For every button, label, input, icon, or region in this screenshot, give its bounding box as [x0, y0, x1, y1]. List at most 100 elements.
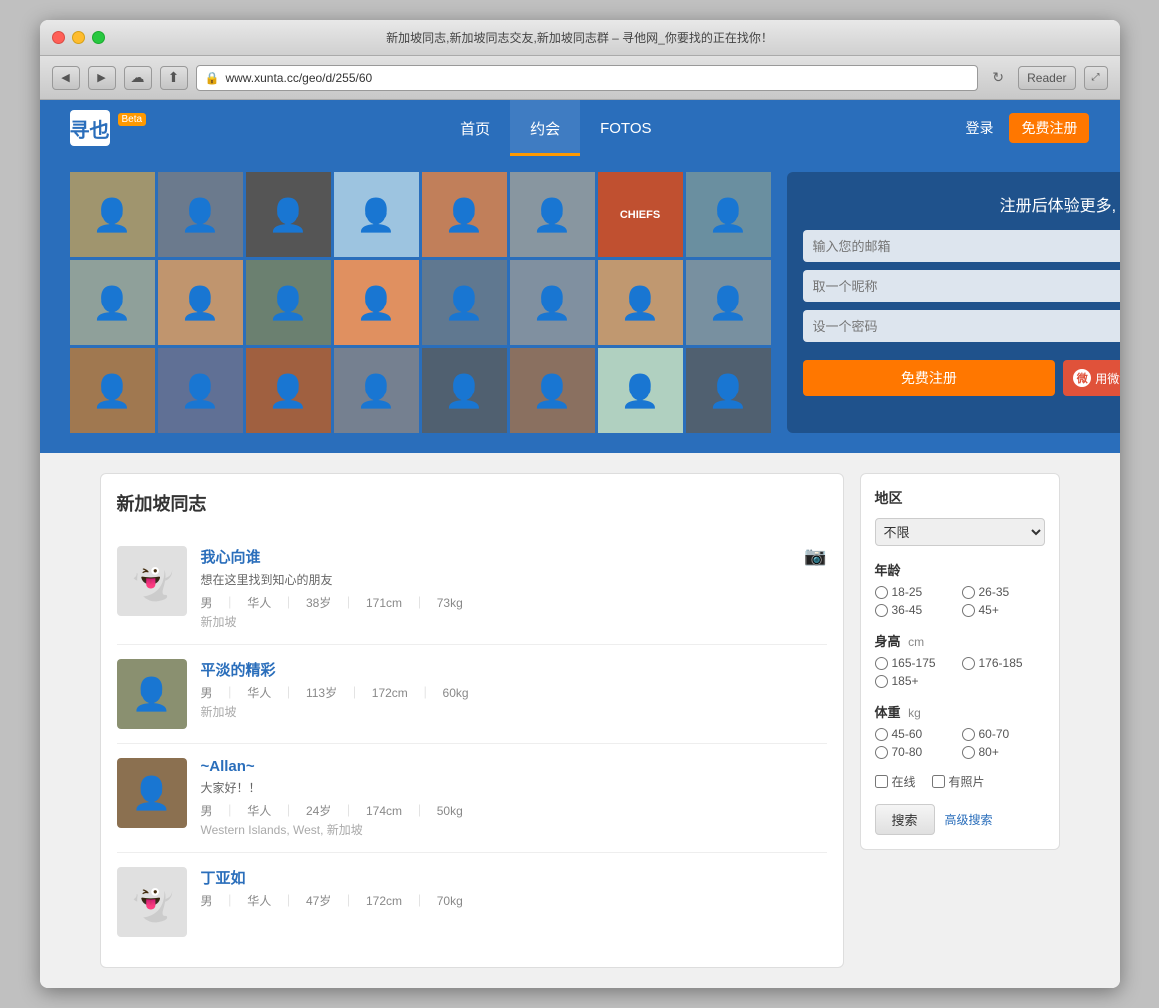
photo-cell-12[interactable]: 👤 — [334, 260, 419, 345]
weight-radio-70-80-input[interactable] — [875, 746, 888, 759]
weight-radio-45-60[interactable]: 45-60 — [875, 727, 958, 741]
user-avatar-4[interactable]: 👻 — [117, 867, 187, 937]
age-radio-45plus[interactable]: 45+ — [962, 603, 1045, 617]
photo-cell-20[interactable]: 👤 — [334, 348, 419, 433]
photo-cell-23[interactable]: 👤 — [598, 348, 683, 433]
login-link[interactable]: 登录 — [965, 118, 993, 138]
photo-cell-13[interactable]: 👤 — [422, 260, 507, 345]
age-label-36-45: 36-45 — [892, 603, 923, 617]
free-register-button[interactable]: 免费注册 — [803, 360, 1056, 396]
fullscreen-button[interactable]: ⤢ — [1084, 66, 1108, 90]
weight-unit: kg — [908, 706, 921, 720]
photo-cell-2[interactable]: 👤 — [158, 172, 243, 257]
height-radio-185plus[interactable]: 185+ — [875, 674, 958, 688]
photo-cell-7[interactable]: CHIEFS — [598, 172, 683, 257]
online-checkbox-label[interactable]: 在线 — [875, 773, 916, 790]
refresh-button[interactable]: ↻ — [986, 66, 1010, 90]
photo-cell-22[interactable]: 👤 — [510, 348, 595, 433]
height-radio-176-185-input[interactable] — [962, 657, 975, 670]
title-bar: 新加坡同志,新加坡同志交友,新加坡同志群 – 寻他网_你要找的正在找你！ — [40, 20, 1120, 56]
weight-radio-80plus[interactable]: 80+ — [962, 745, 1045, 759]
cloud-icon: ☁ — [131, 69, 145, 86]
height-label: 身高 — [875, 634, 901, 649]
region-select[interactable]: 不限 — [875, 518, 1045, 546]
user-location-2: 新加坡 — [201, 703, 827, 720]
weibo-login-button[interactable]: 微 用微博账号登录 — [1063, 360, 1119, 396]
height-radio-176-185[interactable]: 176-185 — [962, 656, 1045, 670]
photo-cell-3[interactable]: 👤 — [246, 172, 331, 257]
age-radio-26-35-input[interactable] — [962, 586, 975, 599]
photo-cell-1[interactable]: 👤 — [70, 172, 155, 257]
age-radio-18-25-input[interactable] — [875, 586, 888, 599]
age-radio-45plus-input[interactable] — [962, 604, 975, 617]
photo-cell-4[interactable]: 👤 — [334, 172, 419, 257]
photo-cell-11[interactable]: 👤 — [246, 260, 331, 345]
nickname-input[interactable] — [803, 270, 1120, 302]
photo-cell-10[interactable]: 👤 — [158, 260, 243, 345]
user-name-4[interactable]: 丁亚如 — [201, 867, 827, 888]
user-info-2: 平淡的精彩 男 ｜ 华人 ｜ 113岁 ｜ 172cm ｜ 60kg 新 — [201, 659, 827, 720]
nav-dating[interactable]: 约会 — [510, 100, 580, 156]
weight-4: 70kg — [437, 894, 463, 908]
age-radio-36-45[interactable]: 36-45 — [875, 603, 958, 617]
hero-section: 👤 👤 👤 👤 👤 👤 CHIEFS 👤 👤 👤 👤 👤 👤 👤 👤 👤 👤 👤 — [40, 156, 1120, 453]
weight-radio-60-70-input[interactable] — [962, 728, 975, 741]
close-button[interactable] — [52, 31, 65, 44]
age-radio-26-35[interactable]: 26-35 — [962, 585, 1045, 599]
height-radio-165-175-input[interactable] — [875, 657, 888, 670]
user-avatar-2[interactable]: 👤 — [117, 659, 187, 729]
user-avatar-1[interactable]: 👻 — [117, 546, 187, 616]
logo-icon[interactable]: 寻也 — [70, 110, 110, 146]
main-nav: 首页 约会 FOTOS — [440, 100, 671, 156]
user-meta-2: 男 ｜ 华人 ｜ 113岁 ｜ 172cm ｜ 60kg — [201, 684, 827, 701]
photo-cell-17[interactable]: 👤 — [70, 348, 155, 433]
age-radio-36-45-input[interactable] — [875, 604, 888, 617]
minimize-button[interactable] — [72, 31, 85, 44]
gender-1: 男 — [201, 596, 213, 610]
photo-checkbox[interactable] — [932, 775, 945, 788]
forward-button[interactable]: ▶ — [88, 66, 116, 90]
weight-radio-80plus-input[interactable] — [962, 746, 975, 759]
online-checkbox[interactable] — [875, 775, 888, 788]
height-radio-165-175[interactable]: 165-175 — [875, 656, 958, 670]
height-label-165-175: 165-175 — [892, 656, 936, 670]
free-register-header[interactable]: 免费注册 — [1009, 113, 1089, 143]
photo-cell-24[interactable]: 👤 — [686, 348, 771, 433]
photo-cell-6[interactable]: 👤 — [510, 172, 595, 257]
nav-home[interactable]: 首页 — [440, 100, 510, 156]
photo-cell-14[interactable]: 👤 — [510, 260, 595, 345]
weight-radio-60-70[interactable]: 60-70 — [962, 727, 1045, 741]
weibo-label: 用微博账号登录 — [1095, 370, 1119, 387]
ethnicity-4: 华人 — [247, 894, 271, 908]
user-name-3[interactable]: ~Allan~ — [201, 758, 827, 775]
back-button[interactable]: ◀ — [52, 66, 80, 90]
user-name-1[interactable]: 我心向谁 — [201, 546, 791, 567]
photo-cell-15[interactable]: 👤 — [598, 260, 683, 345]
maximize-button[interactable] — [92, 31, 105, 44]
share-button[interactable]: ⬆ — [160, 66, 188, 90]
cloud-button[interactable]: ☁ — [124, 66, 152, 90]
height-radio-185plus-input[interactable] — [875, 675, 888, 688]
photo-cell-16[interactable]: 👤 — [686, 260, 771, 345]
password-input[interactable] — [803, 310, 1120, 342]
photo-cell-5[interactable]: 👤 — [422, 172, 507, 257]
photo-checkbox-label[interactable]: 有照片 — [932, 773, 985, 790]
photo-cell-19[interactable]: 👤 — [246, 348, 331, 433]
gender-3: 男 — [201, 804, 213, 818]
search-button[interactable]: 搜索 — [875, 804, 935, 835]
weight-radio-70-80[interactable]: 70-80 — [875, 745, 958, 759]
photo-cell-8[interactable]: 👤 — [686, 172, 771, 257]
weight-radio-45-60-input[interactable] — [875, 728, 888, 741]
photo-cell-21[interactable]: 👤 — [422, 348, 507, 433]
user-avatar-3[interactable]: 👤 — [117, 758, 187, 828]
advanced-search-link[interactable]: 高级搜索 — [945, 811, 993, 828]
reader-button[interactable]: Reader — [1018, 66, 1075, 90]
user-name-2[interactable]: 平淡的精彩 — [201, 659, 827, 680]
photo-cell-18[interactable]: 👤 — [158, 348, 243, 433]
nav-fotos[interactable]: FOTOS — [580, 100, 671, 156]
age-radio-18-25[interactable]: 18-25 — [875, 585, 958, 599]
user-card-1: 👻 我心向谁 想在这里找到知心的朋友 男 ｜ 华人 ｜ 38岁 ｜ 171cm — [117, 532, 827, 645]
photo-cell-9[interactable]: 👤 — [70, 260, 155, 345]
email-input[interactable] — [803, 230, 1120, 262]
url-bar[interactable]: 🔒 www.xunta.cc/geo/d/255/60 — [196, 65, 979, 91]
